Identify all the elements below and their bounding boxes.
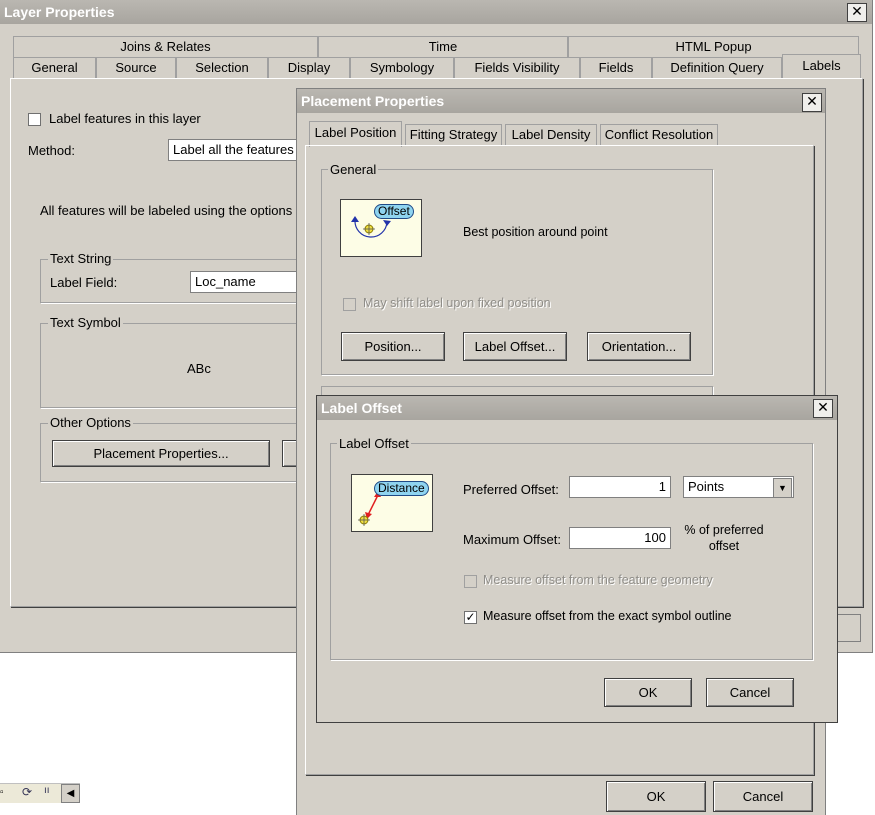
placement-ok-label: OK xyxy=(646,789,666,804)
offset-graphic-label: Offset xyxy=(374,204,414,219)
placement-cancel-button[interactable]: Cancel xyxy=(713,781,813,812)
label-field-dropdown[interactable]: Loc_name xyxy=(190,271,308,293)
symbol-preview: ABc xyxy=(187,361,211,376)
placement-ok-button[interactable]: OK xyxy=(606,781,706,812)
label-field-label: Label Field: xyxy=(50,275,118,290)
units-dropdown[interactable]: Points ▼ xyxy=(683,476,794,498)
tab-definition-query[interactable]: Definition Query xyxy=(652,57,782,79)
general-group-title: General xyxy=(328,162,379,177)
chevron-down-icon[interactable]: ▼ xyxy=(773,478,792,498)
preferred-offset-label: Preferred Offset: xyxy=(463,482,559,497)
label-features-label: Label features in this layer xyxy=(49,111,201,126)
tab-label-position[interactable]: Label Position xyxy=(309,121,402,147)
maximum-offset-label: Maximum Offset: xyxy=(463,532,562,547)
tab-label-density[interactable]: Label Density xyxy=(505,124,597,146)
label-offset-title: Label Offset xyxy=(317,396,837,420)
tab-joins-relates[interactable]: Joins & Relates xyxy=(13,36,318,58)
measure-geometry-label: Measure offset from the feature geometry xyxy=(483,573,713,587)
layer-properties-title: Layer Properties xyxy=(0,0,872,24)
preferred-offset-input[interactable]: 1 xyxy=(569,476,671,498)
close-icon[interactable]: ✕ xyxy=(802,93,822,112)
orientation-button-label: Orientation... xyxy=(601,339,677,354)
tab-general[interactable]: General xyxy=(13,57,96,79)
label-features-checkbox[interactable] xyxy=(28,113,41,126)
tab-fields[interactable]: Fields xyxy=(580,57,652,79)
tab-symbology[interactable]: Symbology xyxy=(350,57,454,79)
right-partial-button[interactable] xyxy=(834,614,861,642)
refresh-icon[interactable]: ⟳ xyxy=(22,785,32,799)
maximum-offset-input[interactable]: 100 xyxy=(569,527,671,549)
placement-properties-title: Placement Properties xyxy=(297,89,825,113)
tab-time[interactable]: Time xyxy=(318,36,568,58)
position-button[interactable]: Position... xyxy=(341,332,445,361)
may-shift-checkbox[interactable] xyxy=(343,298,356,311)
tab-labels[interactable]: Labels xyxy=(782,54,861,79)
position-button-label: Position... xyxy=(364,339,422,354)
label-offset-group-title: Label Offset xyxy=(337,436,411,451)
offset-cancel-label: Cancel xyxy=(729,685,771,700)
tab-fields-visibility[interactable]: Fields Visibility xyxy=(454,57,580,79)
label-offset-button[interactable]: Label Offset... xyxy=(463,332,567,361)
tab-conflict-resolution[interactable]: Conflict Resolution xyxy=(600,124,718,146)
scroll-left-icon[interactable]: ◀ xyxy=(61,784,80,803)
text-symbol-group-title: Text Symbol xyxy=(48,315,123,330)
offset-cancel-button[interactable]: Cancel xyxy=(706,678,794,707)
placement-properties-button[interactable]: Placement Properties... xyxy=(52,440,270,467)
close-icon[interactable]: ✕ xyxy=(813,399,833,418)
info-text: All features will be labeled using the o… xyxy=(40,203,293,218)
text-symbol-group xyxy=(40,323,312,408)
close-icon[interactable]: ✕ xyxy=(847,3,867,22)
other-options-group-title: Other Options xyxy=(48,415,133,430)
method-dropdown[interactable]: Label all the features xyxy=(168,139,308,161)
tab-source[interactable]: Source xyxy=(96,57,176,79)
percent-text: % of preferred offset xyxy=(684,523,764,553)
measure-symbol-checkbox[interactable]: ✓ xyxy=(464,611,477,624)
label-offset-window: Label Offset ✕ Label Offset Distance Pre… xyxy=(316,395,838,723)
toolbar-buttons: ▫ ⟳ ıı ◀ xyxy=(0,783,80,803)
text-string-group-title: Text String xyxy=(48,251,114,266)
measure-symbol-label: Measure offset from the exact symbol out… xyxy=(483,609,732,623)
offset-graphic: Offset xyxy=(340,199,422,257)
tab-display[interactable]: Display xyxy=(268,57,350,79)
best-position-text: Best position around point xyxy=(463,225,608,239)
pause-icon[interactable]: ıı xyxy=(44,785,50,796)
tab-fitting-strategy[interactable]: Fitting Strategy xyxy=(405,124,502,146)
label-offset-button-label: Label Offset... xyxy=(474,339,556,354)
placement-cancel-label: Cancel xyxy=(742,789,784,804)
units-value: Points xyxy=(688,479,725,494)
offset-ok-button[interactable]: OK xyxy=(604,678,692,707)
distance-graphic-label: Distance xyxy=(374,481,429,496)
may-shift-label: May shift label upon fixed position xyxy=(363,296,551,310)
placement-properties-button-label: Placement Properties... xyxy=(93,446,229,461)
offset-ok-label: OK xyxy=(638,685,658,700)
page-icon[interactable]: ▫ xyxy=(0,787,4,798)
orientation-button[interactable]: Orientation... xyxy=(587,332,691,361)
tab-selection[interactable]: Selection xyxy=(176,57,268,79)
method-label: Method: xyxy=(28,143,75,158)
measure-geometry-checkbox[interactable] xyxy=(464,575,477,588)
distance-graphic: Distance xyxy=(351,474,433,532)
